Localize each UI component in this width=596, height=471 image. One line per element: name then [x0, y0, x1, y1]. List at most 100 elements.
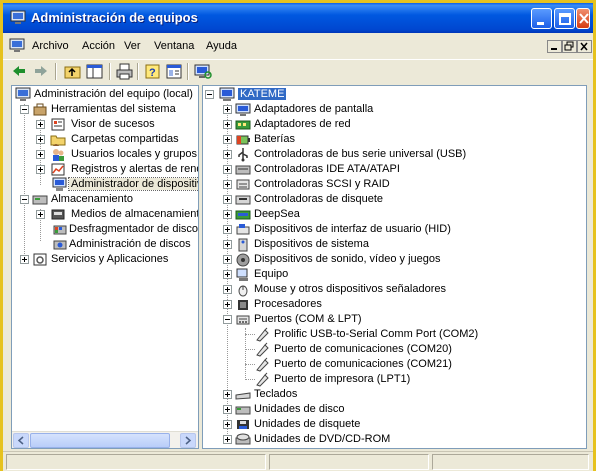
toolbox-icon [33, 103, 47, 116]
properties-icon [166, 64, 182, 79]
horizontal-scrollbar[interactable] [12, 431, 198, 448]
expand-toggle[interactable] [36, 150, 45, 159]
tree-node-label: Unidades de disquete [254, 418, 361, 430]
usb-icon [238, 148, 248, 162]
window-title: Administración de equipos [31, 10, 198, 25]
tree-node-label: Visor de sucesos [71, 118, 155, 130]
expand-toggle[interactable] [223, 270, 232, 279]
expand-toggle[interactable] [20, 255, 29, 264]
child-restore-button[interactable] [562, 40, 577, 53]
maximize-icon [559, 13, 571, 25]
menu-ventana[interactable]: Ventana [154, 40, 194, 52]
collapse-toggle[interactable] [20, 105, 29, 114]
computer-management-icon [10, 10, 26, 24]
port-icon [236, 315, 250, 325]
expand-toggle[interactable] [223, 105, 232, 114]
minimize-button[interactable] [531, 8, 552, 29]
menu-archivo[interactable]: Archivo [32, 40, 69, 52]
status-cell [432, 454, 589, 470]
toolbar-separator [55, 63, 57, 80]
forward-button[interactable] [31, 62, 51, 81]
tree-node-label: Usuarios locales y grupos [71, 148, 197, 160]
computer-management-icon [9, 38, 25, 52]
status-cell [6, 454, 266, 470]
tree-node-label: Controladoras de bus serie universal (US… [254, 148, 467, 160]
expand-toggle[interactable] [36, 135, 45, 144]
status-cell [269, 454, 429, 470]
expand-toggle[interactable] [223, 420, 232, 429]
scroll-left-button[interactable] [13, 433, 29, 448]
tree-node-label: Procesadores [254, 298, 322, 310]
menu-accion[interactable]: Acción [82, 40, 115, 52]
device-tree-pane[interactable]: KATEME Adaptadores de pantalla Adaptadore… [202, 85, 587, 449]
expand-toggle[interactable] [223, 405, 232, 414]
scroll-right-button[interactable] [180, 433, 196, 448]
collapse-toggle[interactable] [20, 195, 29, 204]
services-icon [33, 253, 47, 266]
menu-ver[interactable]: Ver [124, 40, 141, 52]
close-button[interactable] [576, 8, 590, 29]
tree-connector [245, 334, 255, 335]
expand-toggle[interactable] [223, 180, 232, 189]
expand-toggle[interactable] [223, 135, 232, 144]
tree-node-label: Dispositivos de sistema [254, 238, 369, 250]
floppy-drive-icon [237, 420, 249, 429]
expand-toggle[interactable] [36, 120, 45, 129]
disk-drive-icon [235, 406, 251, 415]
expand-toggle[interactable] [223, 255, 232, 264]
expand-toggle[interactable] [223, 150, 232, 159]
child-minimize-button[interactable] [547, 40, 562, 53]
display-adapter-icon [235, 103, 251, 116]
tree-node-label: Registros y alertas de rendir [71, 163, 199, 175]
tree-node-label: Controladoras IDE ATA/ATAPI [254, 163, 400, 175]
port-device-icon [256, 342, 269, 357]
title-bar[interactable]: Administración de equipos [3, 3, 593, 33]
up-level-button[interactable] [63, 62, 83, 81]
help-button[interactable]: ? [143, 62, 163, 81]
scan-hardware-button[interactable] [193, 62, 213, 81]
tree-node-label: Desfragmentador de disco [69, 223, 199, 235]
menu-ayuda[interactable]: Ayuda [206, 40, 237, 52]
expand-toggle[interactable] [223, 210, 232, 219]
expand-toggle[interactable] [223, 240, 232, 249]
collapse-toggle[interactable] [223, 315, 232, 324]
application-window: Administración de equipos Archivo Acción… [0, 0, 596, 471]
network-adapter-icon [235, 120, 251, 130]
print-icon [116, 63, 133, 80]
tree-node-label: Teclados [254, 388, 298, 400]
back-button[interactable] [9, 62, 29, 81]
scrollbar-thumb[interactable] [30, 433, 170, 448]
status-bar [3, 451, 593, 471]
collapse-toggle[interactable] [205, 90, 214, 99]
maximize-button[interactable] [554, 8, 575, 29]
forward-arrow-icon [35, 66, 47, 76]
expand-toggle[interactable] [223, 390, 232, 399]
expand-toggle[interactable] [223, 120, 232, 129]
sound-icon [236, 253, 250, 267]
expand-toggle[interactable] [223, 195, 232, 204]
computer-icon [236, 268, 248, 281]
console-tree-pane[interactable]: Administración del equipo (local) Herram… [11, 85, 199, 449]
expand-toggle[interactable] [223, 285, 232, 294]
tree-node-label: Dispositivos de sonido, vídeo y juegos [254, 253, 441, 265]
expand-toggle[interactable] [36, 210, 45, 219]
print-button[interactable] [115, 62, 135, 81]
scan-hardware-icon [194, 64, 212, 79]
tree-node-label: Puerto de comunicaciones (COM20) [274, 343, 452, 355]
show-hide-tree-button[interactable] [85, 62, 105, 81]
expand-toggle[interactable] [223, 300, 232, 309]
expand-toggle[interactable] [223, 225, 232, 234]
device-manager-icon [52, 177, 67, 191]
expand-toggle[interactable] [223, 165, 232, 174]
expand-toggle[interactable] [36, 165, 45, 174]
minimize-icon [537, 22, 544, 25]
child-close-button[interactable] [577, 40, 592, 53]
processor-icon [238, 300, 248, 310]
mouse-icon [238, 285, 248, 297]
event-viewer-icon [51, 118, 65, 131]
expand-toggle[interactable] [223, 435, 232, 444]
properties-button[interactable] [164, 62, 184, 81]
restore-icon [564, 41, 574, 51]
tree-node-label: KATEME [238, 88, 287, 100]
hid-icon [236, 224, 250, 235]
